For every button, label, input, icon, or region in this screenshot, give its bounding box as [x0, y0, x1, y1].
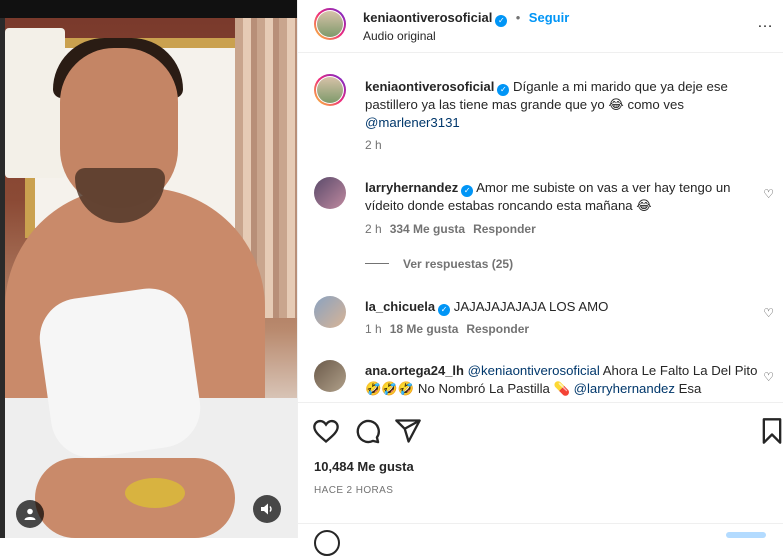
more-icon[interactable]: …: [757, 14, 774, 32]
comment-text: la_chicuela ✓ JAJAJAJAJAJA LOS AMO: [365, 298, 760, 316]
comment-likes[interactable]: 18 Me gusta: [390, 322, 459, 336]
caption-username[interactable]: keniaontiverosoficial: [365, 79, 494, 94]
verified-badge: ✓: [438, 304, 451, 316]
comment-text: larryhernandez ✓ Amor me subiste on vas a…: [365, 179, 760, 215]
dot-separator: •: [515, 10, 521, 25]
comment-item: larryhernandez ✓ Amor me subiste on vas a…: [314, 175, 774, 275]
media-top-bar: [0, 0, 297, 18]
comment-meta: 2 h 334 Me gusta Responder: [365, 222, 536, 236]
post-side-panel: keniaontiverosoficial ✓ • Seguir Audio or…: [297, 0, 783, 556]
share-icon[interactable]: [394, 417, 422, 445]
likes-count[interactable]: 10,484 Me gusta: [314, 459, 414, 474]
comment-like-icon[interactable]: ♡: [763, 370, 774, 384]
emoji-icon[interactable]: [314, 530, 340, 556]
video-frame: [5, 18, 297, 538]
post-video[interactable]: [0, 0, 297, 538]
comment-icon[interactable]: [353, 417, 381, 445]
verified-badge: ✓: [461, 185, 474, 197]
commenter-avatar[interactable]: [314, 360, 346, 392]
view-replies[interactable]: Ver respuestas (25): [365, 257, 513, 271]
replies-line: [365, 263, 389, 264]
caption-mention[interactable]: @marlener3131: [365, 115, 460, 130]
add-comment-bar: [298, 523, 783, 556]
author-line: keniaontiverosoficial ✓ • Seguir: [363, 9, 569, 27]
user-tag-icon: [24, 508, 36, 520]
comment-item: ana.ortega24_lh @keniaontiverosoficial A…: [314, 358, 774, 402]
lamp-shade: [5, 28, 65, 178]
reply-button[interactable]: Responder: [466, 322, 529, 336]
comment-username[interactable]: larryhernandez: [365, 180, 458, 195]
comment-time: 1 h: [365, 322, 382, 336]
comment-like-icon[interactable]: ♡: [763, 306, 774, 320]
commenter-avatar[interactable]: [314, 177, 346, 209]
verified-badge: ✓: [495, 15, 508, 27]
comment-time: 2 h: [365, 222, 382, 236]
post-header: keniaontiverosoficial ✓ • Seguir Audio or…: [298, 0, 783, 53]
comment-username[interactable]: ana.ortega24_lh: [365, 363, 464, 378]
comment-text: ana.ortega24_lh @keniaontiverosoficial A…: [365, 362, 760, 398]
pills-in-hands: [125, 478, 185, 508]
caption-text: keniaontiverosoficial ✓ Díganle a mi mari…: [365, 78, 760, 132]
comment-item: la_chicuela ✓ JAJAJAJAJAJA LOS AMO 1 h 18 …: [314, 294, 774, 344]
comment-mention[interactable]: @larryhernandez: [574, 381, 675, 396]
caption-emoji: 😂: [608, 97, 624, 112]
commenter-avatar[interactable]: [314, 296, 346, 328]
caption-time: 2 h: [365, 138, 382, 152]
comment-likes[interactable]: 334 Me gusta: [390, 222, 465, 236]
audio-label[interactable]: Audio original: [363, 29, 436, 43]
comments-list: keniaontiverosoficial ✓ Díganle a mi mari…: [298, 52, 783, 402]
mute-icon: [261, 503, 272, 515]
comment-username[interactable]: la_chicuela: [365, 299, 435, 314]
publish-button[interactable]: [726, 532, 766, 538]
mute-button[interactable]: [253, 495, 281, 523]
verified-badge: ✓: [497, 84, 510, 96]
view-replies-label: Ver respuestas (25): [403, 257, 514, 271]
action-bar: 10,484 Me gusta HACE 2 HORAS: [298, 402, 783, 556]
follow-button[interactable]: Seguir: [529, 10, 569, 25]
pillow: [34, 283, 206, 463]
comment-body: JAJAJAJAJAJA LOS AMO: [453, 299, 609, 314]
author-avatar[interactable]: [314, 8, 346, 40]
post-timestamp[interactable]: HACE 2 HORAS: [314, 485, 393, 496]
comment-meta: 1 h 18 Me gusta Responder: [365, 322, 529, 336]
comment-like-icon[interactable]: ♡: [763, 187, 774, 201]
comment-body-end: Esa: [674, 381, 702, 396]
bookmark-icon[interactable]: [758, 417, 783, 445]
heart-icon[interactable]: [312, 417, 340, 445]
author-username[interactable]: keniaontiverosoficial: [363, 10, 492, 25]
comment-mention[interactable]: @keniaontiverosoficial: [468, 363, 600, 378]
caption-body-end: como ves: [623, 97, 684, 112]
reply-button[interactable]: Responder: [473, 222, 536, 236]
caption: keniaontiverosoficial ✓ Díganle a mi mari…: [314, 74, 774, 164]
caption-avatar[interactable]: [314, 74, 346, 106]
user-tag-button[interactable]: [16, 500, 44, 528]
